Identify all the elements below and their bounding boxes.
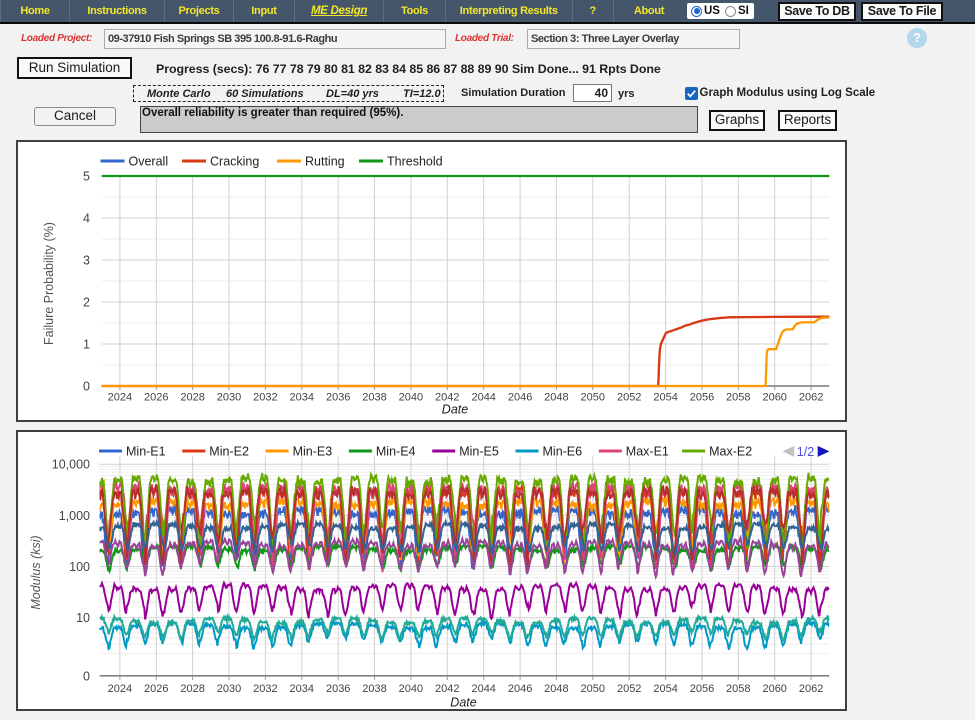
svg-text:Failure Probability (%): Failure Probability (%) (42, 222, 56, 345)
svg-text:2: 2 (83, 295, 90, 309)
svg-text:4: 4 (83, 211, 90, 225)
svg-text:2030: 2030 (217, 683, 241, 695)
svg-text:Cracking: Cracking (210, 154, 259, 168)
svg-text:2032: 2032 (253, 683, 277, 695)
svg-text:2034: 2034 (290, 683, 314, 695)
svg-text:2054: 2054 (653, 683, 677, 695)
svg-text:2030: 2030 (217, 391, 241, 403)
svg-text:Date: Date (442, 402, 468, 416)
svg-text:0: 0 (83, 669, 90, 683)
svg-text:100: 100 (69, 560, 90, 574)
svg-text:Min-E5: Min-E5 (459, 444, 499, 458)
svg-text:1/2: 1/2 (797, 445, 814, 459)
svg-text:Min-E3: Min-E3 (293, 444, 333, 458)
svg-text:2056: 2056 (690, 391, 714, 403)
svg-text:Date: Date (450, 695, 476, 709)
svg-text:Modulus (ksi): Modulus (ksi) (29, 535, 43, 609)
svg-text:2050: 2050 (581, 391, 605, 403)
svg-text:2062: 2062 (799, 391, 823, 403)
svg-text:Min-E2: Min-E2 (209, 444, 249, 458)
svg-text:2024: 2024 (108, 683, 132, 695)
svg-text:2038: 2038 (362, 683, 386, 695)
svg-text:2048: 2048 (544, 391, 568, 403)
svg-text:5: 5 (83, 169, 90, 183)
svg-text:2042: 2042 (435, 683, 459, 695)
svg-text:2044: 2044 (471, 683, 495, 695)
svg-text:2044: 2044 (471, 391, 495, 403)
svg-text:2024: 2024 (108, 391, 132, 403)
svg-text:3: 3 (83, 253, 90, 267)
svg-text:Overall: Overall (129, 154, 169, 168)
svg-text:2060: 2060 (762, 683, 786, 695)
svg-text:2040: 2040 (399, 683, 423, 695)
svg-text:2028: 2028 (180, 391, 204, 403)
svg-text:2054: 2054 (653, 391, 677, 403)
svg-text:2060: 2060 (762, 391, 786, 403)
svg-text:1: 1 (83, 337, 90, 351)
svg-text:2052: 2052 (617, 391, 641, 403)
svg-text:2026: 2026 (144, 683, 168, 695)
svg-text:2034: 2034 (290, 391, 314, 403)
svg-text:2040: 2040 (399, 391, 423, 403)
svg-text:Min-E4: Min-E4 (376, 444, 416, 458)
svg-text:2050: 2050 (581, 683, 605, 695)
svg-text:2056: 2056 (690, 683, 714, 695)
svg-text:2062: 2062 (799, 683, 823, 695)
svg-text:10: 10 (76, 611, 90, 625)
svg-text:2038: 2038 (362, 391, 386, 403)
svg-text:Rutting: Rutting (305, 154, 345, 168)
svg-text:2058: 2058 (726, 683, 750, 695)
svg-text:2036: 2036 (326, 391, 350, 403)
svg-text:2058: 2058 (726, 391, 750, 403)
svg-text:2028: 2028 (180, 683, 204, 695)
svg-text:Threshold: Threshold (387, 154, 443, 168)
svg-text:10,000: 10,000 (52, 457, 90, 471)
svg-text:2048: 2048 (544, 683, 568, 695)
svg-text:Min-E6: Min-E6 (543, 444, 583, 458)
svg-text:2032: 2032 (253, 391, 277, 403)
svg-text:2046: 2046 (508, 683, 532, 695)
svg-text:Max-E2: Max-E2 (709, 444, 752, 458)
svg-text:2052: 2052 (617, 683, 641, 695)
svg-text:0: 0 (83, 379, 90, 393)
svg-text:Min-E1: Min-E1 (126, 444, 166, 458)
svg-text:2036: 2036 (326, 683, 350, 695)
svg-text:2046: 2046 (508, 391, 532, 403)
svg-text:Max-E1: Max-E1 (626, 444, 669, 458)
svg-text:1,000: 1,000 (59, 508, 90, 522)
svg-text:2026: 2026 (144, 391, 168, 403)
